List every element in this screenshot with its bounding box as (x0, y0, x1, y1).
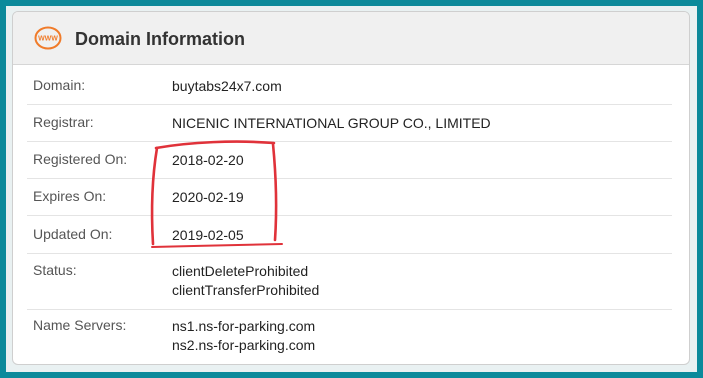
www-icon-text: WWW (38, 36, 58, 43)
row-name-servers: Name Servers: ns1.ns-for-parking.com ns2… (27, 310, 672, 362)
card-header: WWW Domain Information (13, 12, 689, 65)
expires-on-value: 2020-02-19 (172, 189, 244, 205)
domain-value: buytabs24x7.com (172, 78, 282, 94)
status-values: clientDeleteProhibited clientTransferPro… (172, 262, 319, 300)
name-servers-label: Name Servers: (33, 317, 127, 333)
www-icon: WWW (34, 26, 62, 50)
registered-on-label: Registered On: (33, 151, 128, 167)
expires-on-label: Expires On: (33, 188, 107, 204)
row-registered-on: Registered On: 2018-02-20 (27, 142, 672, 179)
updated-on-value: 2019-02-05 (172, 227, 244, 243)
domain-info-card: WWW Domain Information Domain: buytabs24… (12, 11, 690, 365)
domain-label: Domain: (33, 77, 86, 93)
row-status: Status: clientDeleteProhibited clientTra… (27, 254, 672, 310)
status-value: clientDeleteProhibited (172, 263, 309, 279)
updated-on-label: Updated On: (33, 226, 113, 242)
info-rows: Domain: buytabs24x7.com Registrar: NICEN… (27, 68, 672, 362)
registered-on-value: 2018-02-20 (172, 152, 244, 168)
card-title: Domain Information (75, 29, 245, 49)
row-updated-on: Updated On: 2019-02-05 (27, 216, 672, 254)
row-expires-on: Expires On: 2020-02-19 (27, 179, 672, 216)
status-label: Status: (33, 262, 77, 278)
name-server-value: ns1.ns-for-parking.com (172, 318, 316, 334)
name-server-value: ns2.ns-for-parking.com (172, 337, 316, 353)
registrar-value: NICENIC INTERNATIONAL GROUP CO., LIMITED (172, 115, 491, 131)
row-domain: Domain: buytabs24x7.com (27, 68, 672, 105)
row-registrar: Registrar: NICENIC INTERNATIONAL GROUP C… (27, 105, 672, 142)
status-value: clientTransferProhibited (172, 282, 320, 298)
name-server-values: ns1.ns-for-parking.com ns2.ns-for-parkin… (172, 317, 315, 355)
registrar-label: Registrar: (33, 114, 94, 130)
